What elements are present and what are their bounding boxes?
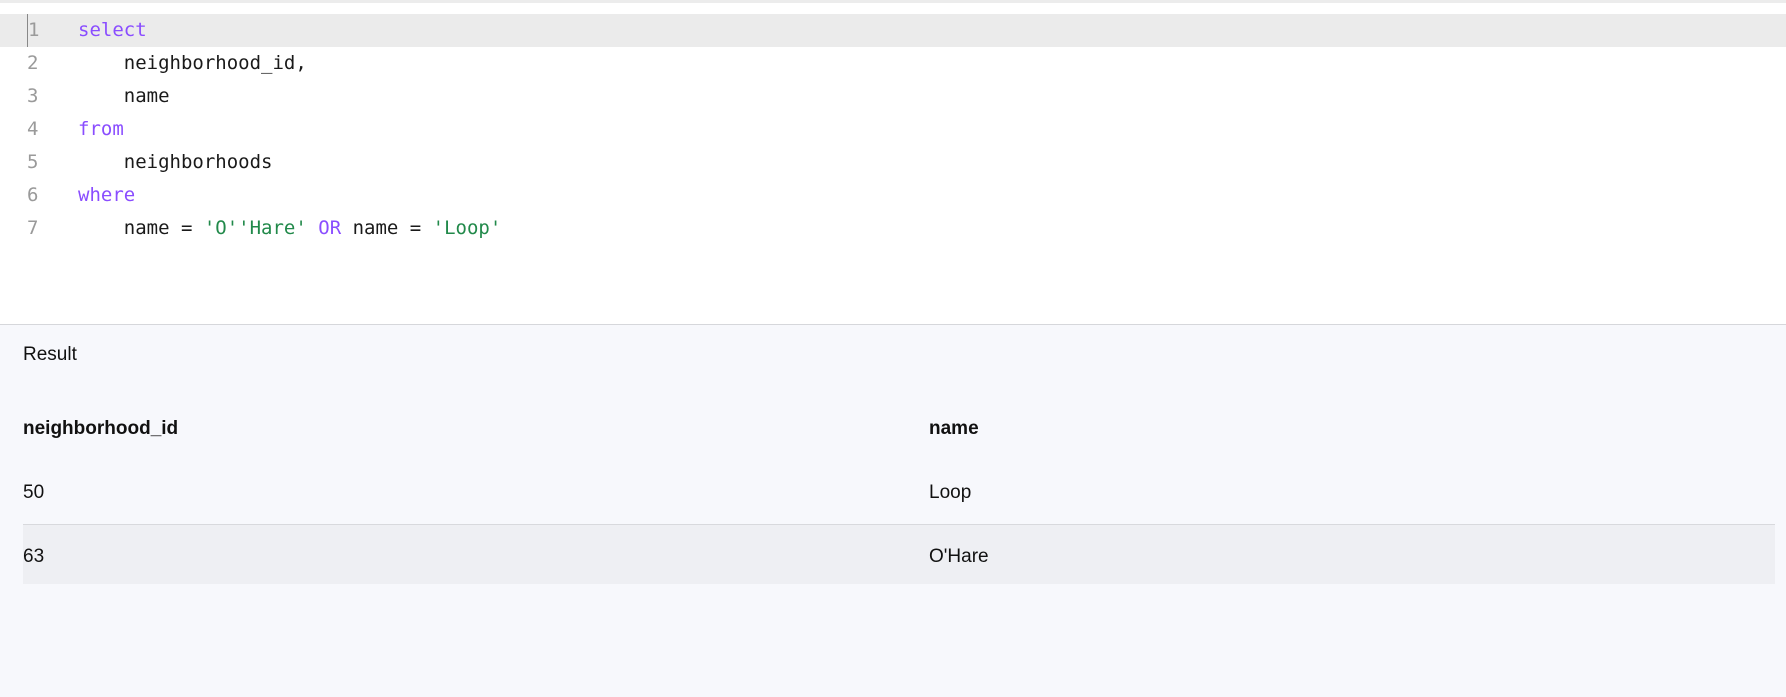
code-line[interactable]: 3 name — [0, 80, 1786, 113]
code-text: from — [78, 113, 124, 146]
result-title: Result — [23, 344, 77, 365]
code-text: name — [78, 80, 170, 113]
sql-editor[interactable]: 1 select 2 neighborhood_id, 3 name 4 from 5 ne… — [0, 0, 1786, 325]
string-token: 'Loop' — [432, 217, 502, 239]
code-token: neighborhood_id, — [78, 52, 307, 74]
keyword-token: where — [78, 184, 136, 206]
string-token: 'O''Hare' — [203, 217, 307, 239]
code-line[interactable]: 6 where — [0, 179, 1786, 212]
code-text: select — [78, 14, 147, 47]
keyword-token: from — [78, 118, 124, 140]
keyword-token: select — [78, 19, 147, 41]
table-row: 50 Loop — [23, 461, 1775, 524]
code-token: name = — [341, 217, 433, 239]
column-header[interactable]: name — [929, 397, 979, 460]
line-number: 2 — [27, 52, 39, 74]
line-number: 1 — [27, 14, 50, 47]
table-row: 63 O'Hare — [23, 524, 1775, 584]
line-number: 4 — [27, 118, 39, 140]
code-line[interactable]: 1 select — [0, 14, 1786, 47]
code-line[interactable]: 2 neighborhood_id, — [0, 47, 1786, 80]
code-line[interactable]: 5 neighborhoods — [0, 146, 1786, 179]
code-line[interactable]: 7 name = 'O''Hare' OR name = 'Loop' — [0, 212, 1786, 245]
line-number: 5 — [27, 151, 39, 173]
code-text: neighborhood_id, — [78, 47, 307, 80]
code-token: neighborhoods — [78, 151, 273, 173]
table-cell: O'Hare — [929, 546, 989, 567]
code-text: name = 'O''Hare' OR name = 'Loop' — [78, 212, 502, 245]
table-cell: 63 — [23, 546, 45, 567]
code-text: neighborhoods — [78, 146, 273, 179]
code-text: where — [78, 179, 135, 212]
line-number: 6 — [27, 184, 39, 206]
code-lines[interactable]: 1 select 2 neighborhood_id, 3 name 4 from 5 ne… — [0, 14, 1786, 245]
table-header-row: neighborhood_id name — [23, 397, 1775, 461]
code-token: name = — [78, 217, 204, 239]
column-header[interactable]: neighborhood_id — [23, 397, 178, 460]
line-number: 7 — [27, 217, 39, 239]
line-number: 3 — [27, 85, 39, 107]
result-table: neighborhood_id name 50 Loop 63 O'Hare — [23, 397, 1775, 584]
table-cell: 50 — [23, 482, 45, 503]
code-token: name — [78, 85, 170, 107]
table-cell: Loop — [929, 482, 972, 503]
code-line[interactable]: 4 from — [0, 113, 1786, 146]
keyword-token: OR — [318, 217, 342, 239]
